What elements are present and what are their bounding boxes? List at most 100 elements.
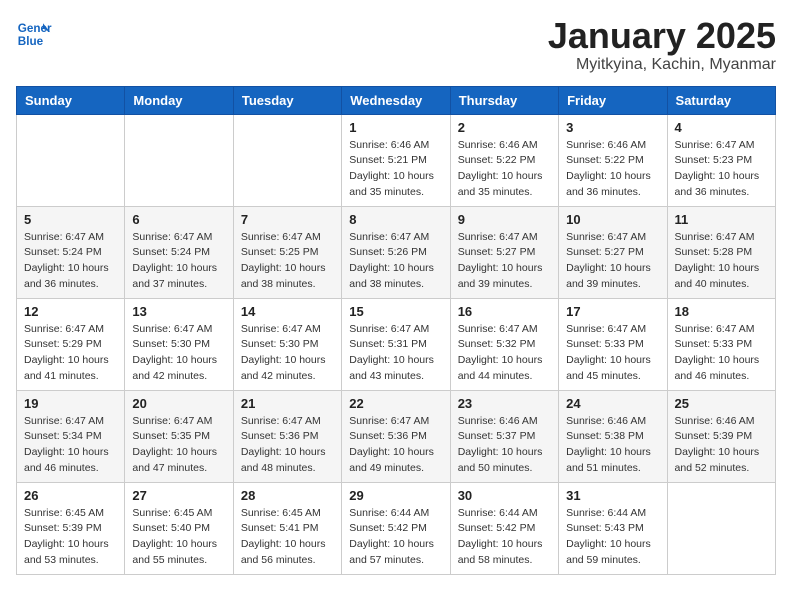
calendar-week-row: 12 Sunrise: 6:47 AMSunset: 5:29 PMDayligh… [17, 298, 776, 390]
day-info: Sunrise: 6:47 AMSunset: 5:24 PMDaylight:… [132, 230, 225, 293]
calendar-cell [667, 482, 775, 574]
day-number: 23 [458, 396, 551, 411]
day-number: 17 [566, 304, 659, 319]
day-number: 18 [675, 304, 768, 319]
calendar-cell: 15 Sunrise: 6:47 AMSunset: 5:31 PMDayligh… [342, 298, 450, 390]
day-number: 26 [24, 488, 117, 503]
column-header-saturday: Saturday [667, 86, 775, 114]
day-info: Sunrise: 6:47 AMSunset: 5:27 PMDaylight:… [458, 230, 551, 293]
day-info: Sunrise: 6:47 AMSunset: 5:24 PMDaylight:… [24, 230, 117, 293]
day-info: Sunrise: 6:47 AMSunset: 5:25 PMDaylight:… [241, 230, 334, 293]
calendar-cell: 23 Sunrise: 6:46 AMSunset: 5:37 PMDayligh… [450, 390, 558, 482]
column-header-thursday: Thursday [450, 86, 558, 114]
day-number: 5 [24, 212, 117, 227]
calendar-cell: 10 Sunrise: 6:47 AMSunset: 5:27 PMDayligh… [559, 206, 667, 298]
calendar-table: SundayMondayTuesdayWednesdayThursdayFrid… [16, 86, 776, 575]
calendar-cell: 7 Sunrise: 6:47 AMSunset: 5:25 PMDaylight… [233, 206, 341, 298]
day-info: Sunrise: 6:47 AMSunset: 5:26 PMDaylight:… [349, 230, 442, 293]
day-number: 28 [241, 488, 334, 503]
month-title: January 2025 [548, 16, 776, 56]
calendar-cell: 9 Sunrise: 6:47 AMSunset: 5:27 PMDaylight… [450, 206, 558, 298]
svg-text:Blue: Blue [18, 35, 44, 48]
calendar-cell: 21Sunrise: 6:47 AMSunset: 5:36 PMDayligh… [233, 390, 341, 482]
day-info: Sunrise: 6:46 AMSunset: 5:22 PMDaylight:… [566, 138, 659, 201]
day-info: Sunrise: 6:47 AMSunset: 5:33 PMDaylight:… [675, 322, 768, 385]
day-number: 29 [349, 488, 442, 503]
calendar-week-row: 1Sunrise: 6:46 AMSunset: 5:21 PMDaylight… [17, 114, 776, 206]
day-number: 9 [458, 212, 551, 227]
day-info: Sunrise: 6:47 AMSunset: 5:23 PMDaylight:… [675, 138, 768, 201]
day-number: 24 [566, 396, 659, 411]
calendar-cell: 18 Sunrise: 6:47 AMSunset: 5:33 PMDayligh… [667, 298, 775, 390]
day-number: 10 [566, 212, 659, 227]
day-info: Sunrise: 6:46 AMSunset: 5:22 PMDaylight:… [458, 138, 551, 201]
day-info: Sunrise: 6:47 AMSunset: 5:27 PMDaylight:… [566, 230, 659, 293]
day-number: 1 [349, 120, 442, 135]
day-info: Sunrise: 6:47 AMSunset: 5:30 PMDaylight:… [132, 322, 225, 385]
calendar-cell: 14 Sunrise: 6:47 AMSunset: 5:30 PMDayligh… [233, 298, 341, 390]
column-header-friday: Friday [559, 86, 667, 114]
day-info: Sunrise: 6:44 AMSunset: 5:43 PMDaylight:… [566, 506, 659, 569]
day-number: 19 [24, 396, 117, 411]
calendar-cell: 19 Sunrise: 6:47 AMSunset: 5:34 PMDayligh… [17, 390, 125, 482]
title-block: January 2025 Myitkyina, Kachin, Myanmar [548, 16, 776, 74]
calendar-cell: 29 Sunrise: 6:44 AMSunset: 5:42 PMDayligh… [342, 482, 450, 574]
day-number: 8 [349, 212, 442, 227]
day-number: 6 [132, 212, 225, 227]
location-title: Myitkyina, Kachin, Myanmar [548, 56, 776, 74]
day-info: Sunrise: 6:47 AMSunset: 5:34 PMDaylight:… [24, 414, 117, 477]
day-number: 15 [349, 304, 442, 319]
calendar-cell: 4Sunrise: 6:47 AMSunset: 5:23 PMDaylight… [667, 114, 775, 206]
calendar-cell [125, 114, 233, 206]
calendar-cell: 11 Sunrise: 6:47 AMSunset: 5:28 PMDayligh… [667, 206, 775, 298]
calendar-cell: 6 Sunrise: 6:47 AMSunset: 5:24 PMDaylight… [125, 206, 233, 298]
day-number: 12 [24, 304, 117, 319]
day-info: Sunrise: 6:47 AMSunset: 5:31 PMDaylight:… [349, 322, 442, 385]
day-number: 13 [132, 304, 225, 319]
calendar-week-row: 26 Sunrise: 6:45 AMSunset: 5:39 PMDayligh… [17, 482, 776, 574]
column-header-monday: Monday [125, 86, 233, 114]
calendar-cell [17, 114, 125, 206]
calendar-cell: 25Sunrise: 6:46 AMSunset: 5:39 PMDayligh… [667, 390, 775, 482]
day-number: 7 [241, 212, 334, 227]
day-info: Sunrise: 6:45 AMSunset: 5:39 PMDaylight:… [24, 506, 117, 569]
day-info: Sunrise: 6:47 AMSunset: 5:30 PMDaylight:… [241, 322, 334, 385]
calendar-cell: 22 Sunrise: 6:47 AMSunset: 5:36 PMDayligh… [342, 390, 450, 482]
day-number: 16 [458, 304, 551, 319]
calendar-cell: 27Sunrise: 6:45 AMSunset: 5:40 PMDayligh… [125, 482, 233, 574]
calendar-cell: 30Sunrise: 6:44 AMSunset: 5:42 PMDayligh… [450, 482, 558, 574]
calendar-cell [233, 114, 341, 206]
calendar-header-row: SundayMondayTuesdayWednesdayThursdayFrid… [17, 86, 776, 114]
day-info: Sunrise: 6:45 AMSunset: 5:40 PMDaylight:… [132, 506, 225, 569]
calendar-cell: 17Sunrise: 6:47 AMSunset: 5:33 PMDayligh… [559, 298, 667, 390]
calendar-week-row: 5 Sunrise: 6:47 AMSunset: 5:24 PMDaylight… [17, 206, 776, 298]
day-number: 11 [675, 212, 768, 227]
day-info: Sunrise: 6:45 AMSunset: 5:41 PMDaylight:… [241, 506, 334, 569]
day-number: 14 [241, 304, 334, 319]
day-info: Sunrise: 6:46 AMSunset: 5:37 PMDaylight:… [458, 414, 551, 477]
calendar-cell: 24Sunrise: 6:46 AMSunset: 5:38 PMDayligh… [559, 390, 667, 482]
calendar-cell: 28 Sunrise: 6:45 AMSunset: 5:41 PMDayligh… [233, 482, 341, 574]
calendar-cell: 20 Sunrise: 6:47 AMSunset: 5:35 PMDayligh… [125, 390, 233, 482]
day-info: Sunrise: 6:44 AMSunset: 5:42 PMDaylight:… [458, 506, 551, 569]
day-info: Sunrise: 6:44 AMSunset: 5:42 PMDaylight:… [349, 506, 442, 569]
day-number: 22 [349, 396, 442, 411]
day-info: Sunrise: 6:47 AMSunset: 5:35 PMDaylight:… [132, 414, 225, 477]
day-info: Sunrise: 6:47 AMSunset: 5:28 PMDaylight:… [675, 230, 768, 293]
calendar-cell: 1Sunrise: 6:46 AMSunset: 5:21 PMDaylight… [342, 114, 450, 206]
day-info: Sunrise: 6:47 AMSunset: 5:36 PMDaylight:… [241, 414, 334, 477]
day-number: 31 [566, 488, 659, 503]
column-header-wednesday: Wednesday [342, 86, 450, 114]
day-number: 25 [675, 396, 768, 411]
page-header: General Blue January 2025 Myitkyina, Kac… [16, 16, 776, 74]
day-number: 20 [132, 396, 225, 411]
day-info: Sunrise: 6:47 AMSunset: 5:36 PMDaylight:… [349, 414, 442, 477]
day-info: Sunrise: 6:47 AMSunset: 5:29 PMDaylight:… [24, 322, 117, 385]
calendar-cell: 16Sunrise: 6:47 AMSunset: 5:32 PMDayligh… [450, 298, 558, 390]
day-number: 2 [458, 120, 551, 135]
calendar-cell: 31 Sunrise: 6:44 AMSunset: 5:43 PMDayligh… [559, 482, 667, 574]
column-header-tuesday: Tuesday [233, 86, 341, 114]
calendar-cell: 26 Sunrise: 6:45 AMSunset: 5:39 PMDayligh… [17, 482, 125, 574]
day-number: 3 [566, 120, 659, 135]
calendar-cell: 2 Sunrise: 6:46 AMSunset: 5:22 PMDaylight… [450, 114, 558, 206]
